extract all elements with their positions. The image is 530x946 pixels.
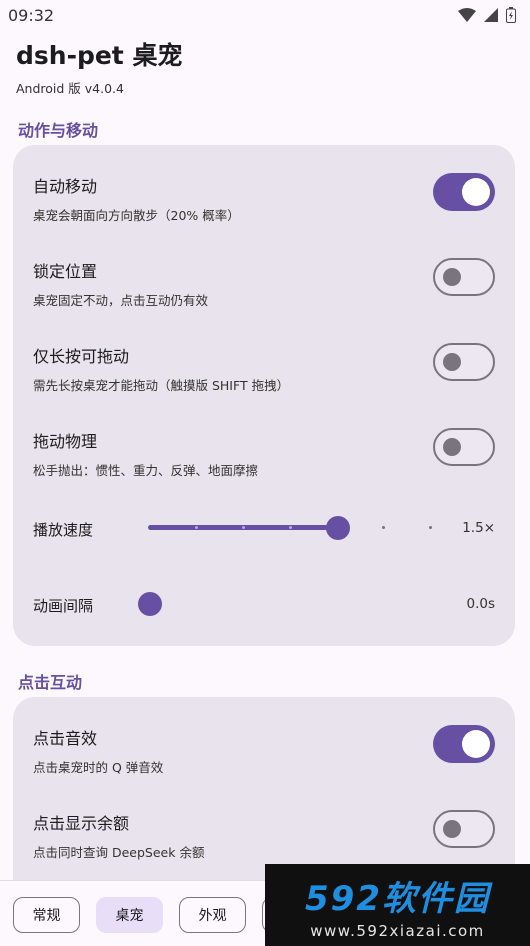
- app-title: dsh-pet 桌宠: [16, 41, 183, 70]
- tab-general[interactable]: 常规: [13, 897, 80, 933]
- section-title-movement: 动作与移动: [18, 121, 99, 140]
- signal-icon: [484, 8, 498, 22]
- setting-subtitle: 松手抛出：惯性、重力、反弹、地面摩擦: [33, 463, 259, 478]
- click-sound-toggle[interactable]: [433, 725, 495, 763]
- speed-slider-thumb[interactable]: [326, 516, 350, 540]
- setting-row-long-press-drag[interactable]: 仅长按可拖动 需先长按桌宠才能拖动（触摸版 SHIFT 拖拽）: [33, 343, 495, 394]
- section-title-click: 点击互动: [18, 673, 83, 692]
- setting-subtitle: 点击桌宠时的 Q 弹音效: [33, 760, 164, 775]
- speed-slider-label: 播放速度: [33, 521, 94, 539]
- app-version: Android 版 v4.0.4: [16, 81, 124, 96]
- battery-icon: [506, 7, 516, 23]
- toggle-knob: [443, 820, 461, 838]
- status-time: 09:32: [8, 5, 55, 25]
- lock-position-toggle[interactable]: [433, 258, 495, 296]
- watermark-url: www.592xiazai.com: [310, 921, 485, 940]
- slider-tick: [382, 526, 385, 529]
- wifi-icon: [458, 8, 476, 22]
- setting-subtitle: 桌宠固定不动，点击互动仍有效: [33, 293, 209, 308]
- interval-slider-label: 动画间隔: [33, 597, 94, 615]
- speed-value: 1.5×: [462, 520, 495, 536]
- interval-slider[interactable]: [138, 592, 438, 616]
- setting-row-click-balance[interactable]: 点击显示余额 点击同时查询 DeepSeek 余额: [33, 810, 495, 861]
- tab-pet[interactable]: 桌宠: [96, 897, 163, 933]
- interval-value: 0.0s: [466, 596, 495, 612]
- setting-title: 点击音效: [33, 729, 98, 748]
- setting-title: 自动移动: [33, 177, 98, 196]
- watermark-logo: 592软件园: [305, 878, 490, 919]
- status-bar: 09:32: [0, 0, 530, 30]
- setting-title: 仅长按可拖动: [33, 347, 130, 366]
- status-icons: [458, 7, 516, 23]
- slider-tick: [195, 526, 198, 529]
- toggle-knob: [462, 178, 490, 206]
- interval-slider-thumb[interactable]: [138, 592, 162, 616]
- setting-subtitle: 桌宠会朝面向方向散步（20% 概率）: [33, 208, 240, 223]
- slider-tick: [242, 526, 245, 529]
- setting-subtitle: 需先长按桌宠才能拖动（触摸版 SHIFT 拖拽）: [33, 378, 290, 393]
- slider-tick: [289, 526, 292, 529]
- drag-physics-toggle[interactable]: [433, 428, 495, 466]
- setting-title: 拖动物理: [33, 432, 98, 451]
- movement-card: 自动移动 桌宠会朝面向方向散步（20% 概率） 锁定位置 桌宠固定不动，点击互动…: [13, 145, 515, 646]
- click-balance-toggle[interactable]: [433, 810, 495, 848]
- speed-slider[interactable]: [148, 516, 438, 540]
- toggle-knob: [443, 268, 461, 286]
- setting-row-drag-physics[interactable]: 拖动物理 松手抛出：惯性、重力、反弹、地面摩擦: [33, 428, 495, 479]
- auto-move-toggle[interactable]: [433, 173, 495, 211]
- setting-subtitle: 点击同时查询 DeepSeek 余额: [33, 845, 205, 860]
- setting-row-lock-position[interactable]: 锁定位置 桌宠固定不动，点击互动仍有效: [33, 258, 495, 309]
- slider-tick: [429, 526, 432, 529]
- setting-row-auto-move[interactable]: 自动移动 桌宠会朝面向方向散步（20% 概率）: [33, 173, 495, 224]
- watermark: 592软件园 www.592xiazai.com: [265, 864, 530, 946]
- toggle-knob: [443, 353, 461, 371]
- setting-title: 点击显示余额: [33, 814, 130, 833]
- toggle-knob: [443, 438, 461, 456]
- setting-row-click-sound[interactable]: 点击音效 点击桌宠时的 Q 弹音效: [33, 725, 495, 776]
- tab-appearance[interactable]: 外观: [179, 897, 246, 933]
- long-press-drag-toggle[interactable]: [433, 343, 495, 381]
- setting-title: 锁定位置: [33, 262, 98, 281]
- toggle-knob: [462, 730, 490, 758]
